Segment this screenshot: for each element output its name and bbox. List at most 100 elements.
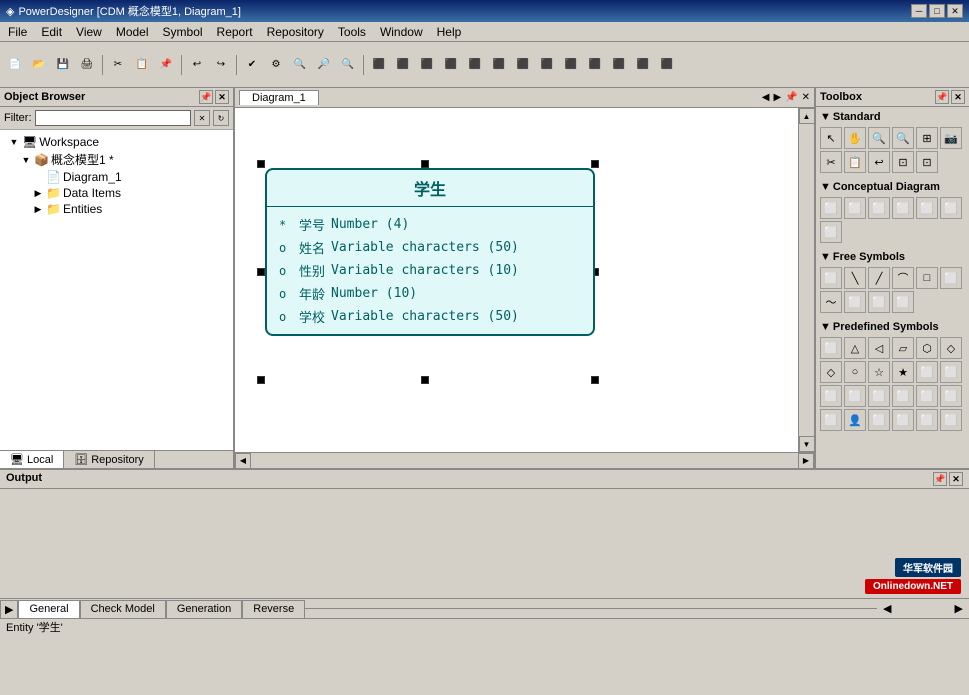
hscroll-bottom-right[interactable]: ▶ bbox=[955, 603, 963, 615]
toolbar-b1[interactable]: ⬛ bbox=[368, 54, 390, 76]
tree-workspace[interactable]: ▼ 🖥 Workspace bbox=[0, 134, 233, 150]
tool-p6[interactable]: ◇ bbox=[940, 337, 962, 359]
filter-refresh-button[interactable]: ↻ bbox=[213, 110, 229, 126]
tool-f7[interactable]: 〜 bbox=[820, 291, 842, 313]
tool-p20[interactable]: 👤 bbox=[844, 409, 866, 431]
toolbar-b12[interactable]: ⬛ bbox=[632, 54, 654, 76]
menu-help[interactable]: Help bbox=[431, 23, 468, 41]
tool-p9[interactable]: ☆ bbox=[868, 361, 890, 383]
panel-close-button[interactable]: ✕ bbox=[215, 90, 229, 104]
model-expand[interactable]: ▼ bbox=[20, 154, 32, 166]
tool-p17[interactable]: ⬜ bbox=[916, 385, 938, 407]
tool-p21[interactable]: ⬜ bbox=[868, 409, 890, 431]
output-pin[interactable]: 📌 bbox=[933, 472, 947, 486]
tool-p3[interactable]: ◁ bbox=[868, 337, 890, 359]
panel-pin-button[interactable]: 📌 bbox=[199, 90, 213, 104]
tool-f2[interactable]: ╲ bbox=[844, 267, 866, 289]
tree-dataitems[interactable]: ▶ 📁 Data Items bbox=[0, 185, 233, 201]
tree-diagram[interactable]: 📄 Diagram_1 bbox=[0, 169, 233, 185]
diagram-scroll-right[interactable]: ▶ bbox=[773, 92, 781, 103]
tool-f3[interactable]: ╱ bbox=[868, 267, 890, 289]
tool-p16[interactable]: ⬜ bbox=[892, 385, 914, 407]
tree-model[interactable]: ▼ 📦 概念模型1 * bbox=[0, 150, 233, 169]
menu-report[interactable]: Report bbox=[211, 23, 259, 41]
toolbar-redo[interactable]: ↪ bbox=[210, 54, 232, 76]
tool-c7[interactable]: ⬜ bbox=[820, 221, 842, 243]
tool-p23[interactable]: ⬜ bbox=[916, 409, 938, 431]
menu-edit[interactable]: Edit bbox=[35, 23, 68, 41]
toolbar-undo[interactable]: ↩ bbox=[186, 54, 208, 76]
tool-c2[interactable]: ⬜ bbox=[844, 197, 866, 219]
tool-zoom-fit[interactable]: ⊞ bbox=[916, 127, 938, 149]
tab-repository[interactable]: 🗄 Repository bbox=[64, 451, 155, 468]
diagram-canvas[interactable]: 学生 * 学号 Number (4) o 姓名 Va bbox=[235, 108, 798, 452]
output-close[interactable]: ✕ bbox=[949, 472, 963, 486]
bottom-tab-general[interactable]: General bbox=[18, 600, 79, 618]
tool-p13[interactable]: ⬜ bbox=[820, 385, 842, 407]
toolbox-free-header[interactable]: ▼ Free Symbols bbox=[816, 249, 969, 265]
tool-p4[interactable]: ▱ bbox=[892, 337, 914, 359]
hscroll-left[interactable]: ◀ bbox=[235, 453, 251, 469]
tool-p15[interactable]: ⬜ bbox=[868, 385, 890, 407]
tool-p19[interactable]: ⬜ bbox=[820, 409, 842, 431]
tool-p1[interactable]: ⬜ bbox=[820, 337, 842, 359]
tool-f4[interactable]: ⌒ bbox=[892, 267, 914, 289]
toolbar-b5[interactable]: ⬛ bbox=[464, 54, 486, 76]
tool-s2[interactable]: ⊡ bbox=[916, 151, 938, 173]
toolbar-b6[interactable]: ⬛ bbox=[488, 54, 510, 76]
toolbar-new[interactable]: 📄 bbox=[4, 54, 26, 76]
toolbar-b11[interactable]: ⬛ bbox=[608, 54, 630, 76]
tree-entities[interactable]: ▶ 📁 Entities bbox=[0, 201, 233, 217]
bottom-tab-reverse[interactable]: Reverse bbox=[242, 600, 305, 618]
toolbar-check[interactable]: ✔ bbox=[241, 54, 263, 76]
tool-c4[interactable]: ⬜ bbox=[892, 197, 914, 219]
tool-screenshot[interactable]: 📷 bbox=[940, 127, 962, 149]
filter-input[interactable] bbox=[35, 110, 192, 126]
toolbar-b8[interactable]: ⬛ bbox=[536, 54, 558, 76]
toolbar-b9[interactable]: ⬛ bbox=[560, 54, 582, 76]
toolbar-cut[interactable]: ✂ bbox=[107, 54, 129, 76]
tool-p14[interactable]: ⬜ bbox=[844, 385, 866, 407]
tool-p22[interactable]: ⬜ bbox=[892, 409, 914, 431]
toolbar-b7[interactable]: ⬛ bbox=[512, 54, 534, 76]
menu-model[interactable]: Model bbox=[110, 23, 155, 41]
tool-zoom-in[interactable]: 🔍 bbox=[868, 127, 890, 149]
hscroll-bottom-left[interactable]: ◀ bbox=[883, 603, 891, 615]
toolbar-zoom-out[interactable]: 🔍 bbox=[337, 54, 359, 76]
tool-c6[interactable]: ⬜ bbox=[940, 197, 962, 219]
tool-f6[interactable]: ⬜ bbox=[940, 267, 962, 289]
tool-p12[interactable]: ⬜ bbox=[940, 361, 962, 383]
filter-clear-button[interactable]: ✕ bbox=[194, 110, 210, 126]
toolbox-close[interactable]: ✕ bbox=[951, 90, 965, 104]
toolbox-conceptual-header[interactable]: ▼ Conceptual Diagram bbox=[816, 179, 969, 195]
tool-hand[interactable]: ✋ bbox=[844, 127, 866, 149]
tool-c5[interactable]: ⬜ bbox=[916, 197, 938, 219]
tool-f8[interactable]: ⬜ bbox=[844, 291, 866, 313]
vscroll-up[interactable]: ▲ bbox=[799, 108, 815, 124]
menu-view[interactable]: View bbox=[70, 23, 108, 41]
toolbar-paste[interactable]: 📌 bbox=[155, 54, 177, 76]
tool-cut-std[interactable]: ✂ bbox=[820, 151, 842, 173]
tool-c1[interactable]: ⬜ bbox=[820, 197, 842, 219]
toolbar-b13[interactable]: ⬛ bbox=[656, 54, 678, 76]
tool-p18[interactable]: ⬜ bbox=[940, 385, 962, 407]
tool-copy-std[interactable]: 📋 bbox=[844, 151, 866, 173]
entities-expand[interactable]: ▶ bbox=[32, 203, 44, 215]
bottom-tab-generation[interactable]: Generation bbox=[166, 600, 242, 618]
tool-c3[interactable]: ⬜ bbox=[868, 197, 890, 219]
toolbar-b2[interactable]: ⬛ bbox=[392, 54, 414, 76]
tool-p5[interactable]: ⬡ bbox=[916, 337, 938, 359]
hscroll-right[interactable]: ▶ bbox=[798, 453, 814, 469]
tool-f10[interactable]: ⬜ bbox=[892, 291, 914, 313]
toolbar-save[interactable]: 💾 bbox=[52, 54, 74, 76]
tool-s1[interactable]: ⊡ bbox=[892, 151, 914, 173]
toolbar-print[interactable]: 🖨 bbox=[76, 54, 98, 76]
toolbar-open[interactable]: 📂 bbox=[28, 54, 50, 76]
toolbar-generate[interactable]: ⚙ bbox=[265, 54, 287, 76]
menu-symbol[interactable]: Symbol bbox=[157, 23, 209, 41]
tool-pointer[interactable]: ↖ bbox=[820, 127, 842, 149]
tab-local[interactable]: 🖥 Local bbox=[0, 451, 64, 468]
tab-next-icon[interactable]: ▶ bbox=[0, 600, 18, 618]
menu-window[interactable]: Window bbox=[374, 23, 429, 41]
diagram-tab[interactable]: Diagram_1 bbox=[239, 90, 319, 105]
